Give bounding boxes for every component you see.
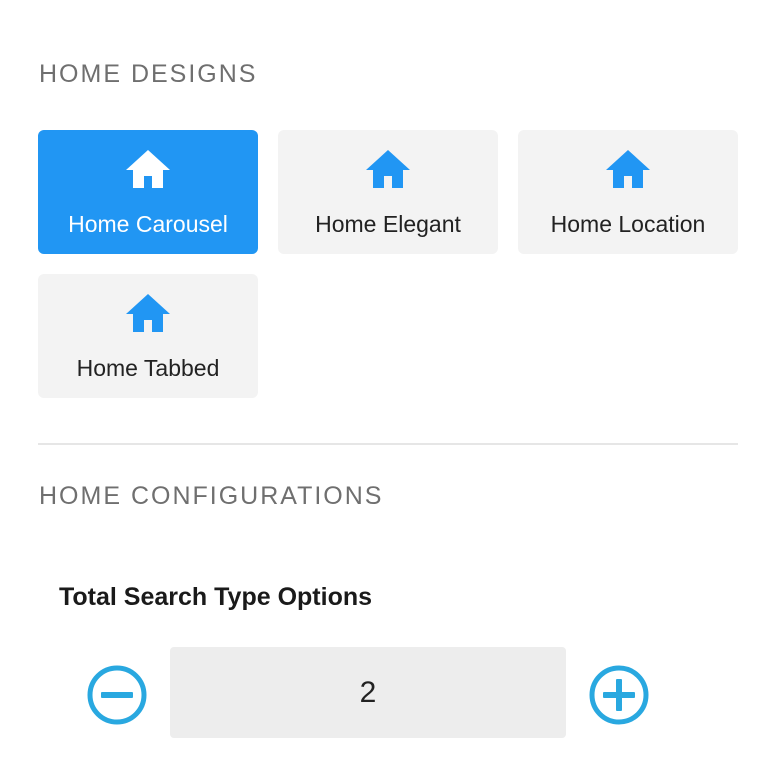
home-icon <box>604 148 652 190</box>
home-icon <box>124 148 172 190</box>
tile-home-carousel[interactable]: Home Carousel <box>38 130 258 254</box>
tile-label: Home Tabbed <box>76 355 220 381</box>
tile-label: Home Elegant <box>315 211 461 237</box>
plus-circle-icon <box>589 665 649 725</box>
home-designs-title: HOME DESIGNS <box>39 60 258 88</box>
minus-circle-icon <box>87 665 147 725</box>
home-configurations-title: HOME CONFIGURATIONS <box>39 482 384 510</box>
quantity-stepper-input[interactable] <box>170 647 566 738</box>
section-divider <box>38 443 738 445</box>
tile-label: Home Carousel <box>68 211 228 237</box>
home-icon <box>364 148 412 190</box>
tile-home-tabbed[interactable]: Home Tabbed <box>38 274 258 398</box>
tile-home-elegant[interactable]: Home Elegant <box>278 130 498 254</box>
tile-label: Home Location <box>550 211 706 237</box>
decrement-button[interactable] <box>86 664 148 726</box>
home-icon <box>124 292 172 334</box>
total-search-type-options-label: Total Search Type Options <box>59 583 373 611</box>
tile-home-location[interactable]: Home Location <box>518 130 738 254</box>
increment-button[interactable] <box>588 664 650 726</box>
